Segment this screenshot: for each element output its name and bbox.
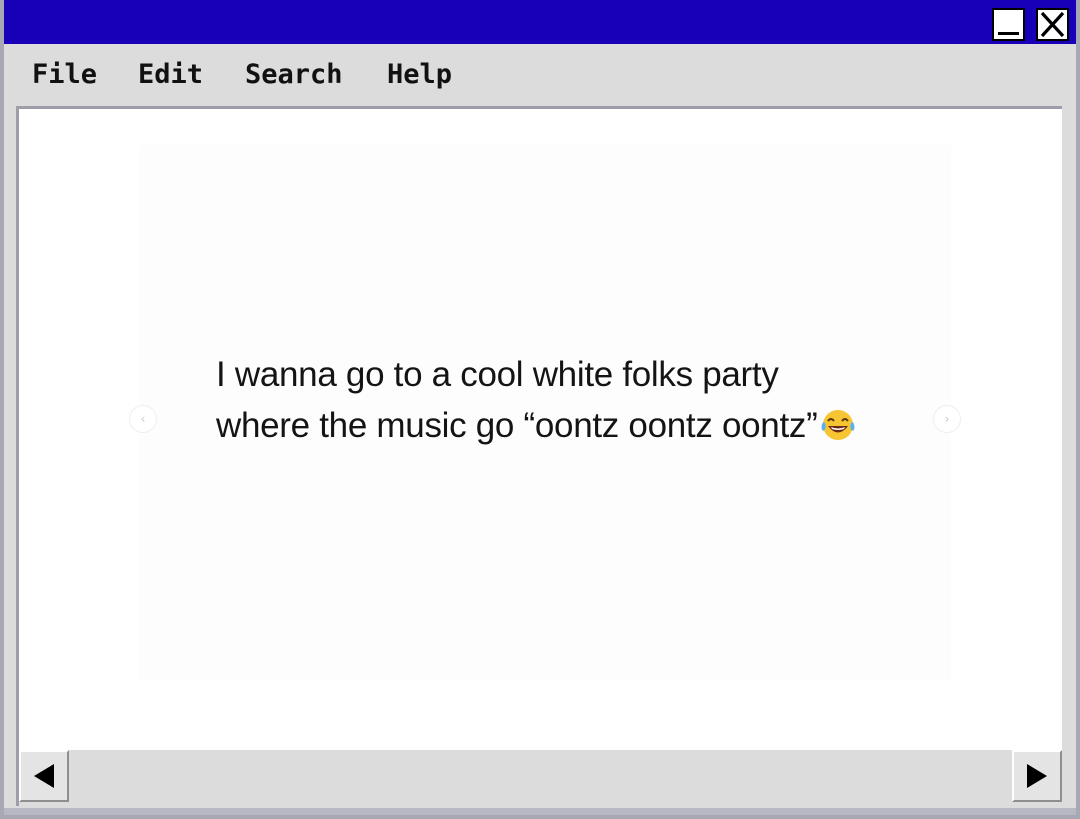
minimize-icon [998,32,1019,35]
face-with-tears-of-joy-icon [821,410,855,440]
menu-bar: File Edit Search Help [4,44,1076,106]
content-area: ‹ › I wanna go to a cool white folks par… [16,106,1062,750]
post-text-block: I wanna go to a cool white folks party w… [216,349,876,451]
scroll-right-button[interactable] [1012,750,1062,802]
minimize-button[interactable] [992,8,1025,41]
menu-search[interactable]: Search [245,58,343,92]
menu-file[interactable]: File [32,58,97,92]
next-slide-button[interactable]: › [933,405,961,433]
horizontal-scrollbar[interactable] [16,750,1062,806]
scroll-left-button[interactable] [19,750,69,802]
arrow-left-icon [34,764,54,788]
menu-edit[interactable]: Edit [138,58,203,92]
menu-help[interactable]: Help [387,58,452,92]
arrow-right-icon [1027,764,1047,788]
close-button[interactable] [1036,8,1069,41]
app-window: File Edit Search Help ‹ › I wanna go to … [0,0,1080,819]
scrollbar-track[interactable] [71,750,1010,802]
close-icon [1040,11,1065,38]
title-bar[interactable] [4,0,1076,44]
chevron-left-icon: ‹ [140,412,146,426]
window-bottom-border [4,808,1076,815]
post-text: I wanna go to a cool white folks party w… [216,355,818,445]
chevron-right-icon: › [944,412,950,426]
previous-slide-button[interactable]: ‹ [129,405,157,433]
